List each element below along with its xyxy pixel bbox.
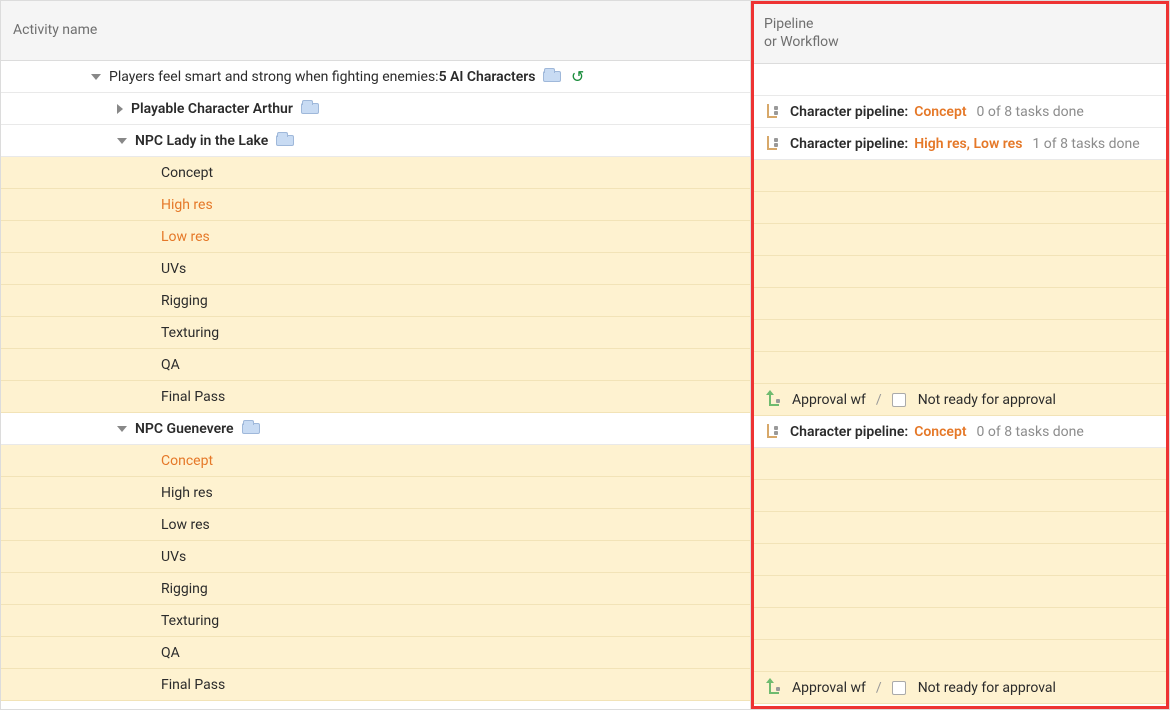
task-label: Texturing [161, 613, 219, 629]
pipeline-cell-task [754, 256, 1166, 288]
task-row[interactable]: UVs [1, 253, 750, 285]
pipeline-name: Character pipeline: [790, 424, 908, 440]
pipeline-cell-task [754, 512, 1166, 544]
item-arthur-label: Playable Character Arthur [131, 101, 293, 117]
pipeline-cell-arthur[interactable]: Character pipeline: Concept 0 of 8 tasks… [754, 96, 1166, 128]
pipeline-stage: Concept [914, 424, 966, 440]
pipeline-stage: High res, Low res [914, 136, 1022, 152]
task-label: High res [161, 197, 213, 213]
pipeline-progress: 0 of 8 tasks done [977, 104, 1084, 120]
task-row[interactable]: High res [1, 189, 750, 221]
pipeline-header: Pipeline or Workflow [754, 4, 1166, 64]
task-row[interactable]: Rigging [1, 573, 750, 605]
task-row[interactable]: Texturing [1, 605, 750, 637]
pipeline-cell-task [754, 576, 1166, 608]
task-label: Concept [161, 165, 213, 181]
pipeline-cell-task [754, 288, 1166, 320]
refresh-icon[interactable]: ↻ [571, 67, 584, 86]
task-label: High res [161, 485, 213, 501]
task-label: Low res [161, 229, 210, 245]
folder-icon [242, 423, 260, 434]
epic-row[interactable]: Players feel smart and strong when fight… [1, 61, 750, 93]
workflow-name: Approval wf [792, 392, 866, 408]
task-row[interactable]: Concept [1, 445, 750, 477]
chevron-down-icon[interactable] [117, 138, 127, 144]
task-label: Low res [161, 517, 210, 533]
pipeline-cell-approval[interactable]: Approval wf / Not ready for approval [754, 672, 1166, 704]
task-label: Texturing [161, 325, 219, 341]
pipeline-cell-task [754, 640, 1166, 672]
workflow-name: Approval wf [792, 680, 866, 696]
pipeline-cell-approval[interactable]: Approval wf / Not ready for approval [754, 384, 1166, 416]
item-lady-label: NPC Lady in the Lake [135, 133, 268, 149]
task-row[interactable]: High res [1, 477, 750, 509]
pipeline-stage: Concept [914, 104, 966, 120]
pipeline-cell-lady[interactable]: Character pipeline: High res, Low res 1 … [754, 128, 1166, 160]
pipeline-cell-task [754, 608, 1166, 640]
chevron-down-icon[interactable] [117, 426, 127, 432]
approval-ready-checkbox[interactable] [892, 393, 906, 407]
activity-name-header-label: Activity name [13, 22, 97, 40]
separator: / [876, 680, 882, 696]
task-label: UVs [161, 261, 186, 277]
pipeline-cell-guenevere[interactable]: Character pipeline: Concept 0 of 8 tasks… [754, 416, 1166, 448]
pipeline-header-label: Pipeline or Workflow [764, 16, 839, 51]
pipeline-cell-task [754, 224, 1166, 256]
task-label: Final Pass [161, 389, 225, 405]
pipeline-cell-task [754, 480, 1166, 512]
task-label: QA [161, 645, 180, 661]
task-label: QA [161, 357, 180, 373]
item-lady[interactable]: NPC Lady in the Lake [1, 125, 750, 157]
task-row[interactable]: UVs [1, 541, 750, 573]
folder-icon [301, 103, 319, 114]
pipeline-cell-epic [754, 64, 1166, 96]
task-row[interactable]: Low res [1, 221, 750, 253]
chevron-right-icon[interactable] [117, 104, 123, 114]
approval-status-label: Not ready for approval [918, 392, 1056, 408]
task-row[interactable]: Rigging [1, 285, 750, 317]
activity-name-column: Activity name Players feel smart and str… [1, 1, 751, 709]
item-arthur[interactable]: Playable Character Arthur [1, 93, 750, 125]
pipeline-cell-task [754, 544, 1166, 576]
pipeline-progress: 1 of 8 tasks done [1032, 136, 1139, 152]
task-label: Concept [161, 453, 213, 469]
task-label: UVs [161, 549, 186, 565]
task-row[interactable]: Final Pass [1, 669, 750, 701]
task-row[interactable]: Final Pass [1, 381, 750, 413]
pipeline-icon [764, 136, 780, 152]
task-row[interactable]: Texturing [1, 317, 750, 349]
pipeline-cell-task [754, 352, 1166, 384]
task-row[interactable]: Low res [1, 509, 750, 541]
pipeline-cell-task [754, 448, 1166, 480]
task-row[interactable]: QA [1, 637, 750, 669]
folder-icon [543, 71, 561, 82]
workflow-icon [766, 392, 782, 408]
task-label: Final Pass [161, 677, 225, 693]
pipeline-icon [764, 424, 780, 440]
pipeline-progress: 0 of 8 tasks done [977, 424, 1084, 440]
separator: / [876, 392, 882, 408]
item-guenevere[interactable]: NPC Guenevere [1, 413, 750, 445]
folder-icon [276, 135, 294, 146]
task-label: Rigging [161, 581, 208, 597]
approval-status-label: Not ready for approval [918, 680, 1056, 696]
activity-grid: Activity name Players feel smart and str… [0, 0, 1170, 710]
epic-label-pre: Players feel smart and strong when fight… [109, 69, 439, 85]
task-row[interactable]: QA [1, 349, 750, 381]
item-guenevere-label: NPC Guenevere [135, 421, 234, 437]
chevron-down-icon[interactable] [91, 74, 101, 80]
epic-label-bold: 5 AI Characters [439, 69, 536, 85]
pipeline-column: Pipeline or Workflow Character pipeline:… [751, 1, 1169, 709]
pipeline-name: Character pipeline: [790, 136, 908, 152]
approval-ready-checkbox[interactable] [892, 681, 906, 695]
pipeline-cell-task [754, 320, 1166, 352]
pipeline-cell-task [754, 160, 1166, 192]
pipeline-icon [764, 104, 780, 120]
activity-name-header: Activity name [1, 1, 750, 61]
task-label: Rigging [161, 293, 208, 309]
task-row[interactable]: Concept [1, 157, 750, 189]
pipeline-name: Character pipeline: [790, 104, 908, 120]
pipeline-cell-task [754, 192, 1166, 224]
workflow-icon [766, 680, 782, 696]
